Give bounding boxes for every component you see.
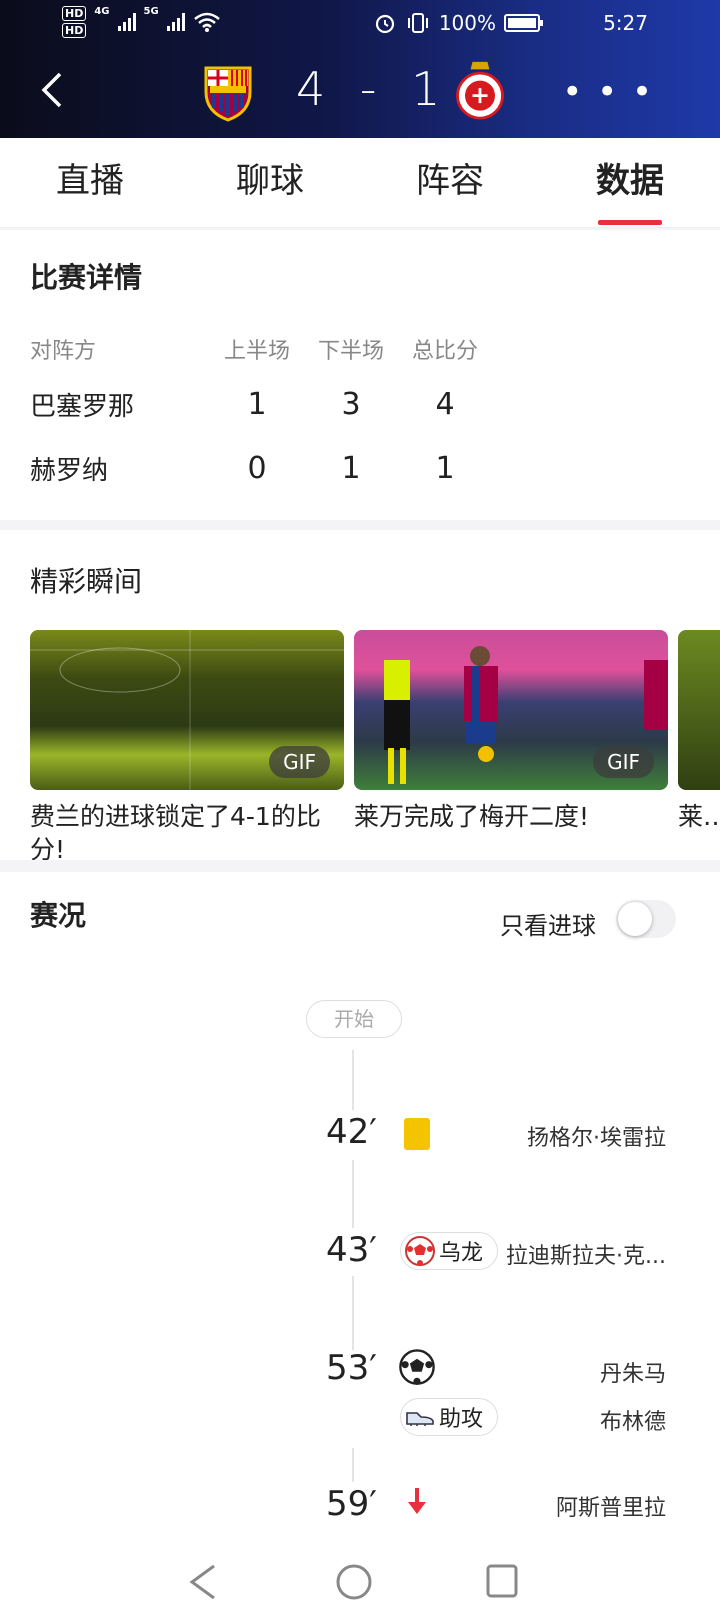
highlights-section: 精彩瞬间 GIF 费兰的进球锁定了4-1的比分! GIF 莱万完成了梅开二度! … [0,530,720,860]
highlight-caption[interactable]: 费兰的进球锁定了4-1的比分! [30,800,344,860]
own-goal-tag: 乌龙 [400,1232,499,1270]
match-header: HD HD 4G 5G 100% 5:27 4 - 1 • • • [0,0,720,138]
total-score: 1 [435,450,455,486]
score-table: 对阵方 上半场 下半场 总比分 巴塞罗那 1 3 4 赫罗纳 0 1 1 [30,326,690,500]
event-player[interactable]: 丹朱马 [600,1356,666,1388]
boot-icon [401,1399,439,1435]
gif-badge: GIF [593,746,654,778]
status-bar: HD HD 4G 5G 100% 5:27 [0,0,720,50]
section-title: 赛况 [30,899,87,932]
clock: 5:27 [603,11,648,35]
goals-only-toggle[interactable] [616,900,676,938]
tab-stats[interactable]: 数据 [540,138,720,227]
highlight-card[interactable]: GIF 费兰的进球锁定了4-1的比分! [30,630,344,860]
team-name: 巴塞罗那 [30,391,135,422]
nav-back-icon[interactable] [188,1564,218,1600]
network-type-1: 4G [94,6,110,17]
timeline-line [352,1276,354,1350]
event-minute: 59′ [326,1484,377,1524]
wifi-icon [193,12,220,32]
second-half-score: 1 [341,450,361,486]
event-minute: 42′ [326,1112,377,1152]
section-title: 精彩瞬间 [30,565,143,598]
tab-lineup[interactable]: 阵容 [360,138,540,227]
assist-tag: 助攻 [400,1398,499,1436]
first-half-score: 1 [247,386,267,422]
goals-only-label: 只看进球 [500,912,596,940]
tab-chat[interactable]: 聊球 [180,138,360,227]
highlight-thumbnail[interactable]: GIF [30,630,344,790]
team-name: 赫罗纳 [30,455,109,486]
tab-bar: 直播 聊球 阵容 数据 [0,138,720,228]
highlight-thumbnail[interactable]: GIF [354,630,668,790]
goal-ball-icon [398,1348,436,1390]
own-goal-label: 乌龙 [439,1241,484,1266]
system-nav-bar [0,1556,720,1600]
highlight-card[interactable]: 莱…领 [678,630,720,833]
timeline-line [352,1160,354,1228]
event-minute: 53′ [326,1348,377,1388]
network-type-2: 5G [143,6,159,17]
event-minute: 43′ [326,1230,377,1270]
nav-home-icon[interactable] [334,1562,374,1600]
battery-percent: 100% [438,11,496,35]
back-arrow-icon[interactable] [36,70,70,110]
event-player[interactable]: 阿斯普里拉 [556,1490,666,1522]
second-half-score: 3 [341,386,361,422]
sub-out-arrow-icon [404,1486,430,1522]
event-player[interactable]: 扬格尔·埃雷拉 [527,1120,666,1152]
alarm-icon [375,14,394,34]
section-title: 比赛详情 [30,261,143,294]
column-header: 下半场 [317,339,384,364]
tab-live[interactable]: 直播 [0,138,180,227]
column-header: 对阵方 [30,339,97,364]
highlight-thumbnail[interactable] [678,630,720,790]
gif-badge: GIF [269,746,330,778]
match-score: 4 - 1 [296,62,451,116]
highlight-caption[interactable]: 莱…领 [678,800,720,833]
timeline-section: 赛况 只看进球 开始 42′ 扬格尔·埃雷拉 43′ 乌龙 拉迪斯拉夫·克...… [0,872,720,1556]
ball-red-icon [401,1233,439,1269]
signal-icon-1 [117,13,136,31]
start-marker: 开始 [306,1000,402,1038]
assist-label: 助攻 [439,1407,484,1432]
table-row: 赫罗纳 0 1 1 [30,436,690,500]
event-player[interactable]: 布林德 [600,1404,666,1436]
hd-badge-1: HD [62,6,87,21]
yellow-card-icon [404,1118,430,1150]
timeline-line [352,1448,354,1482]
vibrate-icon [407,13,428,33]
signal-icon-2 [166,13,185,31]
barcelona-crest-icon [204,66,252,122]
more-options-icon[interactable]: • • • [562,75,654,109]
table-header: 对阵方 上半场 下半场 总比分 [30,326,690,372]
hd-badge-2: HD [62,23,87,38]
first-half-score: 0 [247,450,267,486]
column-header: 总比分 [411,339,478,364]
girona-crest-icon [456,61,504,120]
table-row: 巴塞罗那 1 3 4 [30,372,690,436]
total-score: 4 [435,386,455,422]
timeline-line [352,1050,354,1110]
column-header: 上半场 [223,339,290,364]
battery-icon [504,14,543,32]
highlight-caption[interactable]: 莱万完成了梅开二度! [354,800,668,833]
highlight-card[interactable]: GIF 莱万完成了梅开二度! [354,630,668,833]
match-details-section: 比赛详情 对阵方 上半场 下半场 总比分 巴塞罗那 1 3 4 赫罗纳 0 1 … [0,230,720,520]
event-player[interactable]: 拉迪斯拉夫·克... [506,1238,666,1270]
nav-recents-icon[interactable] [484,1562,520,1600]
